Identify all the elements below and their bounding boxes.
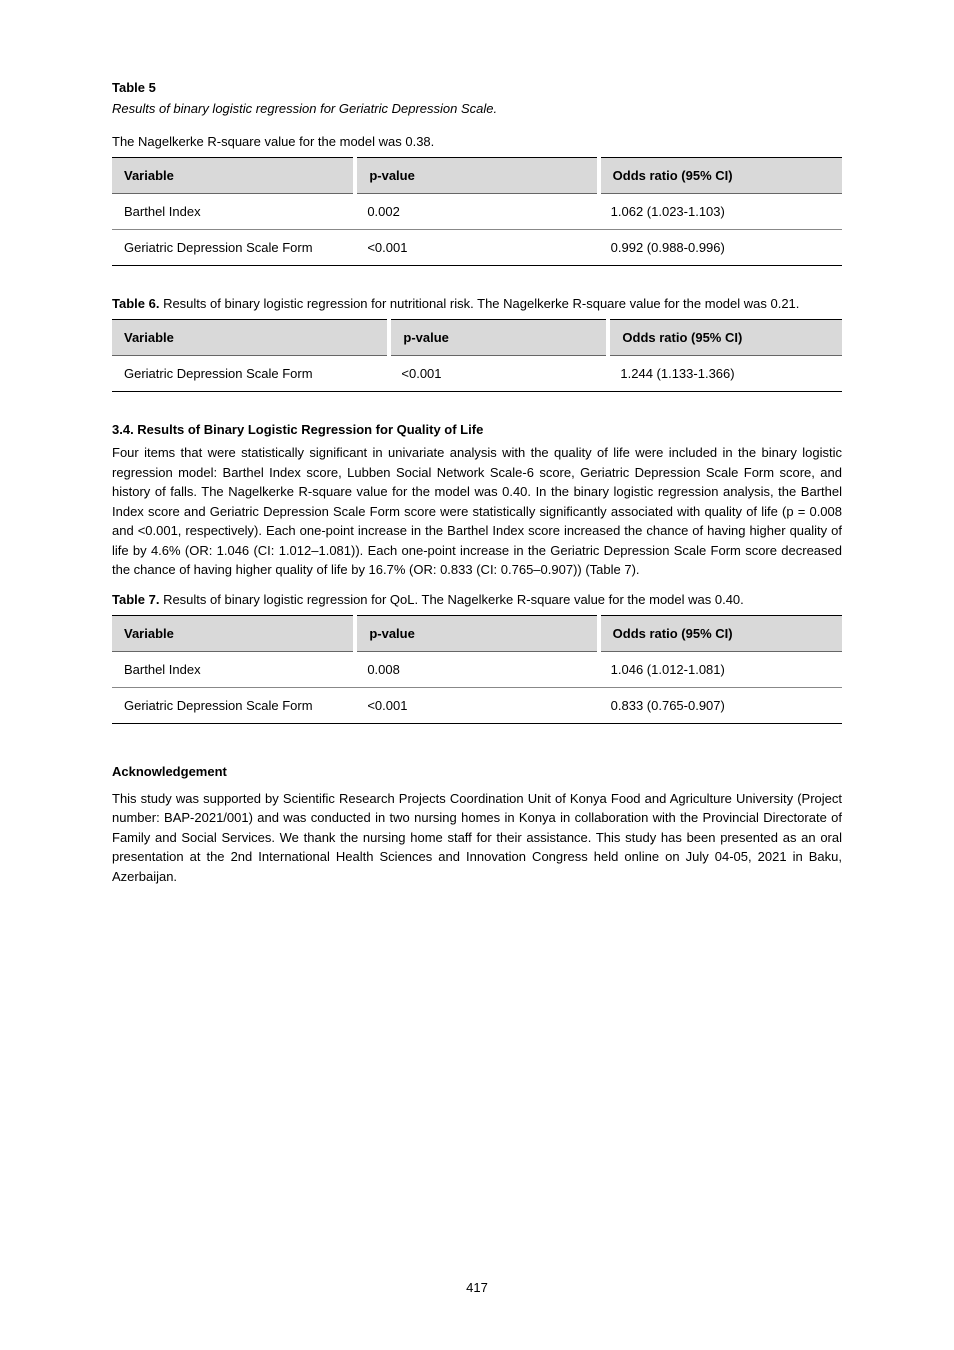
col-header: Variable <box>112 615 355 651</box>
page-number: 417 <box>0 1280 954 1295</box>
col-header: Variable <box>112 158 355 194</box>
acknowledgement-heading: Acknowledgement <box>112 764 842 779</box>
cell: 1.062 (1.023-1.103) <box>599 194 842 230</box>
table5-intro: The Nagelkerke R-square value for the mo… <box>112 134 842 149</box>
acknowledgement-body: This study was supported by Scientific R… <box>112 789 842 887</box>
cell: Geriatric Depression Scale Form <box>112 687 355 723</box>
col-header: Odds ratio (95% CI) <box>599 158 842 194</box>
table-row: Variable p-value Odds ratio (95% CI) <box>112 320 842 356</box>
table7: Variable p-value Odds ratio (95% CI) Bar… <box>112 615 842 724</box>
cell: Barthel Index <box>112 651 355 687</box>
cell: <0.001 <box>355 687 598 723</box>
cell: 1.244 (1.133-1.366) <box>608 356 842 392</box>
table5-subtitle: Results of binary logistic regression fo… <box>112 101 842 116</box>
cell: Geriatric Depression Scale Form <box>112 230 355 266</box>
table-row: Variable p-value Odds ratio (95% CI) <box>112 615 842 651</box>
table-row: Barthel Index 0.008 1.046 (1.012-1.081) <box>112 651 842 687</box>
table-row: Geriatric Depression Scale Form <0.001 0… <box>112 230 842 266</box>
section-paragraph: Four items that were statistically signi… <box>112 443 842 580</box>
table-row: Geriatric Depression Scale Form <0.001 0… <box>112 687 842 723</box>
table5: Variable p-value Odds ratio (95% CI) Bar… <box>112 157 842 266</box>
cell: 0.833 (0.765-0.907) <box>599 687 842 723</box>
table6: Variable p-value Odds ratio (95% CI) Ger… <box>112 319 842 392</box>
table7-caption: Table 7. Results of binary logistic regr… <box>112 592 842 607</box>
col-header: p-value <box>389 320 608 356</box>
col-header: p-value <box>355 158 598 194</box>
cell: <0.001 <box>389 356 608 392</box>
table5-title: Table 5 <box>112 80 842 95</box>
table-row: Variable p-value Odds ratio (95% CI) <box>112 158 842 194</box>
table7-label: Table 7. <box>112 592 159 607</box>
col-header: Variable <box>112 320 389 356</box>
table6-caption-text: Results of binary logistic regression fo… <box>159 296 799 311</box>
col-header: p-value <box>355 615 598 651</box>
col-header: Odds ratio (95% CI) <box>599 615 842 651</box>
table6-caption: Table 6. Results of binary logistic regr… <box>112 296 842 311</box>
table-row: Geriatric Depression Scale Form <0.001 1… <box>112 356 842 392</box>
cell: Barthel Index <box>112 194 355 230</box>
cell: Geriatric Depression Scale Form <box>112 356 389 392</box>
table-row: Barthel Index 0.002 1.062 (1.023-1.103) <box>112 194 842 230</box>
cell: 0.992 (0.988-0.996) <box>599 230 842 266</box>
cell: 0.002 <box>355 194 598 230</box>
table6-label: Table 6. <box>112 296 159 311</box>
table7-caption-text: Results of binary logistic regression fo… <box>159 592 743 607</box>
cell: 1.046 (1.012-1.081) <box>599 651 842 687</box>
section-heading: 3.4. Results of Binary Logistic Regressi… <box>112 422 842 437</box>
cell: 0.008 <box>355 651 598 687</box>
col-header: Odds ratio (95% CI) <box>608 320 842 356</box>
cell: <0.001 <box>355 230 598 266</box>
